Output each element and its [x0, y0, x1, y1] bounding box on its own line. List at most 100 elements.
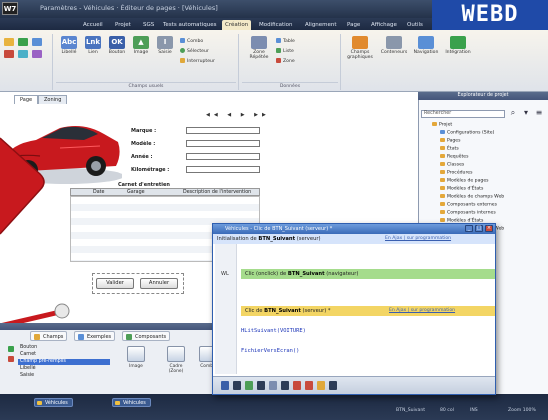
document-tab-vehicules-1[interactable]: Véhicules: [34, 398, 73, 407]
tree-item[interactable]: Pages: [440, 138, 461, 145]
minimize-icon[interactable]: _: [465, 225, 473, 232]
tree-item[interactable]: Composants internes: [440, 210, 496, 217]
window-icon[interactable]: [32, 38, 42, 46]
options-icon[interactable]: ≡: [534, 108, 544, 118]
step-icon[interactable]: [257, 381, 265, 390]
champs-graphiques-label: Champs graphiques: [347, 50, 373, 60]
code-line-2[interactable]: FichierVersEcran(): [241, 348, 299, 354]
ribbon: Abc Libellé Lnk Lien OK Bouton ▲ Image I…: [0, 30, 548, 92]
tree-item[interactable]: Modèles de champs Web: [440, 194, 504, 201]
grid-icon[interactable]: [18, 38, 28, 46]
valider-button[interactable]: Valider: [96, 278, 134, 289]
document-tab-vehicules-2[interactable]: Véhicules: [112, 398, 151, 407]
ribbon-separator: [52, 34, 53, 90]
event-band-init[interactable]: Initialisation de BTN_Suivant (serveur) …: [213, 234, 495, 244]
annuler-button[interactable]: Annuler: [140, 278, 178, 289]
list-icon: [276, 48, 281, 53]
code-editor-window[interactable]: Véhicules - Clic de BTN_Suivant (serveur…: [212, 223, 496, 395]
go-icon[interactable]: [245, 381, 253, 390]
marque-input[interactable]: [186, 127, 260, 134]
arrow-icon[interactable]: [18, 50, 28, 58]
column-description[interactable]: Description de l'intervention: [183, 189, 251, 196]
saisie-button[interactable]: I Saisie: [154, 36, 176, 55]
libelle-icon: Abc: [61, 36, 77, 49]
navigation-button[interactable]: Navigation: [412, 36, 440, 55]
folder-icon[interactable]: [4, 38, 14, 46]
close-icon[interactable]: ×: [485, 225, 493, 232]
tab-page[interactable]: Page: [14, 95, 39, 104]
bookmark-icon[interactable]: [317, 381, 325, 390]
integration-button[interactable]: Intégration: [444, 36, 472, 55]
kilometrage-input[interactable]: [186, 166, 260, 173]
event-server-ajax-link[interactable]: En Ajax | sur programmation: [389, 306, 455, 316]
palette-cadre-control[interactable]: Cadre (Zone): [164, 346, 188, 374]
find-icon[interactable]: [329, 381, 337, 390]
app-logo[interactable]: W7: [2, 2, 18, 15]
explorer-search-input[interactable]: Rechercher: [421, 110, 505, 118]
menu-tab-accueil[interactable]: Accueil: [80, 20, 106, 30]
zone-item[interactable]: Zone: [276, 58, 295, 64]
zone-repetee-button[interactable]: Zone Répétée: [246, 36, 272, 60]
run-icon[interactable]: [221, 381, 229, 390]
palette-list-item[interactable]: Libellé: [18, 366, 110, 372]
menu-tab-projet[interactable]: Projet: [112, 20, 134, 30]
tree-item[interactable]: Requêtes: [440, 154, 469, 161]
tab-composants[interactable]: Composants: [122, 331, 171, 341]
liste-item[interactable]: Liste: [276, 48, 294, 54]
lien-button[interactable]: Lnk Lien: [82, 36, 104, 55]
tab-champs[interactable]: Champs: [30, 331, 68, 341]
shapes-icon[interactable]: [4, 50, 14, 58]
combo-item[interactable]: Combo: [180, 38, 203, 44]
palette-list-item[interactable]: Saisie: [18, 373, 110, 379]
palette-image-control[interactable]: Image: [124, 346, 148, 369]
tab-zoning[interactable]: Zoning: [38, 95, 68, 104]
maximize-icon[interactable]: □: [475, 225, 483, 232]
tree-item[interactable]: Modèles d'États: [440, 186, 483, 193]
menu-tab-page[interactable]: Page: [344, 20, 363, 30]
debug-icon[interactable]: [233, 381, 241, 390]
selecteur-item[interactable]: Sélecteur: [180, 48, 209, 54]
palette-list-item[interactable]: Champ pré-remplis: [18, 359, 110, 365]
event-init-ajax-link[interactable]: En Ajax | sur programmation: [385, 234, 451, 244]
event-server-prefix: Clic de: [245, 308, 265, 314]
bouton-button[interactable]: OK Bouton: [106, 36, 128, 55]
column-garage[interactable]: Garage: [127, 189, 145, 196]
search-icon[interactable]: ⌕: [508, 108, 518, 118]
menu-tab-tests[interactable]: Tests automatiques: [160, 20, 219, 30]
watch-icon[interactable]: [269, 381, 277, 390]
breakpoint-icon[interactable]: [305, 381, 313, 390]
champs-graphiques-button[interactable]: Champs graphiques: [346, 36, 374, 60]
palette-list-item[interactable]: Bouton: [18, 345, 110, 351]
tab-exemples[interactable]: Exemples: [74, 331, 116, 341]
filter-icon[interactable]: ▾: [521, 108, 531, 118]
table-item[interactable]: Table: [276, 38, 295, 44]
menu-tab-affichage[interactable]: Affichage: [368, 20, 400, 30]
tree-item[interactable]: États: [440, 146, 459, 153]
menu-tab-alignement[interactable]: Alignement: [302, 20, 340, 30]
stop-icon[interactable]: [293, 381, 301, 390]
libelle-button[interactable]: Abc Libellé: [58, 36, 80, 55]
style-icon[interactable]: [32, 50, 42, 58]
event-band-server-click[interactable]: Clic de BTN_Suivant (serveur) * En Ajax …: [241, 306, 495, 316]
tree-item[interactable]: Modèles de pages: [440, 178, 489, 185]
event-band-browser-click[interactable]: Clic (onclick) de BTN_Suivant (navigateu…: [241, 269, 495, 279]
annee-input[interactable]: [186, 153, 260, 160]
stack-icon[interactable]: [281, 381, 289, 390]
code-line-1[interactable]: HLitSuivant(VOITURE): [241, 328, 306, 334]
interrupteur-item[interactable]: Interrupteur: [180, 58, 215, 64]
tree-item[interactable]: Composants externes: [440, 202, 497, 209]
menu-tab-creation[interactable]: Création: [222, 20, 252, 30]
menu-tab-sgs[interactable]: SGS: [140, 20, 157, 30]
menu-tab-outils[interactable]: Outils: [404, 20, 426, 30]
editor-nav-icons[interactable]: ◀◀ ◀ ▶ ▶▶: [206, 112, 270, 118]
column-date[interactable]: Date: [93, 189, 104, 196]
tree-item[interactable]: Configurations (Site): [440, 130, 494, 137]
tree-item[interactable]: Projet: [432, 122, 452, 129]
menu-tab-modification[interactable]: Modification: [256, 20, 296, 30]
palette-list-item[interactable]: Carnet: [18, 352, 110, 358]
modele-input[interactable]: [186, 140, 260, 147]
conteneurs-button[interactable]: Conteneurs: [380, 36, 408, 55]
tree-item[interactable]: Classes: [440, 162, 464, 169]
tree-item[interactable]: Procédures: [440, 170, 472, 177]
image-button[interactable]: ▲ Image: [130, 36, 152, 55]
